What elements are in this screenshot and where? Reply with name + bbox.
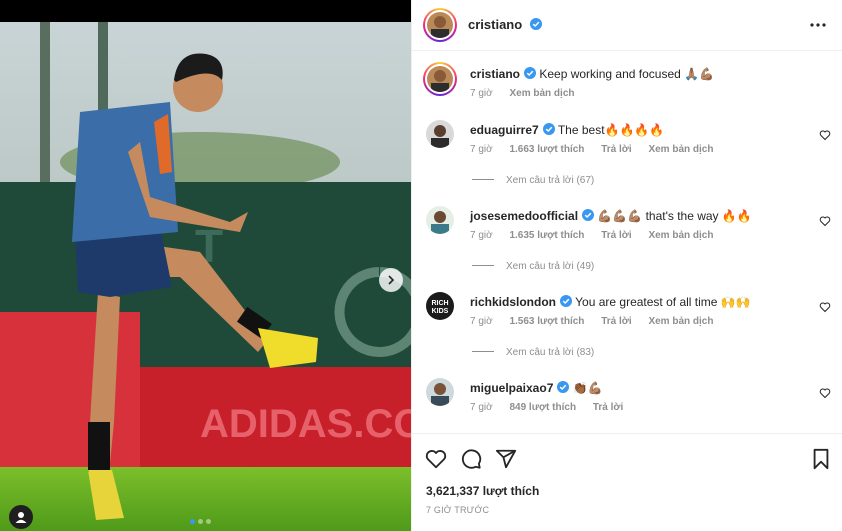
comment-text: that's the way (645, 209, 719, 223)
svg-text:RICH: RICH (431, 300, 448, 307)
comment-text-line: miguelpaixao7 👏🏾💪🏽 (470, 380, 810, 396)
comment-text-line: josesemedoofficial 💪🏽💪🏽💪🏽 that's the way… (470, 208, 810, 224)
verified-badge-icon (529, 18, 542, 30)
verified-badge-icon (582, 209, 595, 221)
carousel-dot (198, 519, 203, 524)
caption-see-translation-link[interactable]: Xem bản dịch (509, 88, 574, 99)
comment-likes[interactable]: 1.663 lượt thích (509, 144, 584, 155)
post-action-bar: 3,621,337 lượt thích 7 GIỜ TRƯỚC (412, 433, 842, 531)
comment-translate-link[interactable]: Xem bản dịch (648, 144, 713, 155)
share-icon[interactable] (495, 448, 517, 470)
comment-body: miguelpaixao7 👏🏾💪🏽 7 giờ 849 lượt thích … (470, 380, 810, 413)
comment-text-line: eduaguirre7 The best🔥🔥🔥🔥 (470, 122, 810, 138)
heart-icon[interactable] (425, 448, 447, 470)
caption-body: cristiano Keep working and focused 🙏🏽💪🏽 … (470, 66, 810, 99)
comment-reply-button[interactable]: Trả lời (593, 402, 623, 413)
heart-icon[interactable] (819, 215, 831, 227)
verified-badge-icon (560, 295, 573, 307)
billboard-text: ADIDAS.COM (200, 402, 411, 446)
commenter-avatar[interactable]: RICHKIDS (426, 292, 454, 320)
comment-username[interactable]: josesemedoofficial (470, 209, 578, 223)
heart-icon[interactable] (819, 301, 831, 313)
post-photo[interactable]: T ADIDAS.COM (0, 0, 411, 531)
instagram-post-modal: T ADIDAS.COM (0, 0, 842, 531)
comment-text-line: richkidslondon You are greatest of all t… (470, 294, 810, 310)
author-username[interactable]: cristiano (468, 17, 522, 32)
comment-icon[interactable] (460, 448, 482, 470)
comment-likes[interactable]: 1.563 lượt thích (509, 316, 584, 327)
bookmark-icon[interactable] (810, 448, 832, 470)
carousel-indicator (190, 519, 211, 524)
comment-emoji: 🙌🙌 (720, 295, 751, 309)
tagged-users-button[interactable] (9, 505, 33, 529)
comment-body: josesemedoofficial 💪🏽💪🏽💪🏽 that's the way… (470, 208, 810, 241)
view-replies-button[interactable]: Xem câu trả lời (83) (472, 347, 594, 358)
comment-time: 7 giờ (470, 402, 493, 413)
verified-badge-icon (557, 381, 570, 393)
comment-text: You are greatest of all time (575, 295, 718, 309)
caption-text-line: cristiano Keep working and focused 🙏🏽💪🏽 (470, 66, 810, 82)
chevron-right-icon (388, 275, 395, 285)
comment-username[interactable]: miguelpaixao7 (470, 381, 553, 395)
comment-likes[interactable]: 849 lượt thích (509, 402, 576, 413)
comment-time: 7 giờ (470, 144, 493, 155)
user-tag-icon (15, 512, 27, 523)
comment-meta: 7 giờ 849 lượt thích Trả lời (470, 402, 810, 413)
caption-author-avatar[interactable] (423, 62, 457, 96)
comment-likes[interactable]: 1.635 lượt thích (509, 230, 584, 241)
commenter-avatar[interactable] (426, 206, 454, 234)
view-replies-button[interactable]: Xem câu trả lời (49) (472, 261, 594, 272)
photo-top-bar (0, 0, 411, 22)
post-header: cristiano (412, 0, 842, 51)
more-horizontal-icon[interactable] (809, 17, 827, 33)
carousel-dot-active (190, 519, 195, 524)
verified-badge-icon (524, 67, 537, 79)
comment-body: eduaguirre7 The best🔥🔥🔥🔥 7 giờ 1.663 lượ… (470, 122, 810, 155)
comment-text: The best (557, 123, 605, 137)
avatar-image (427, 12, 453, 38)
caption-username[interactable]: cristiano (470, 67, 520, 81)
comment-time: 7 giờ (470, 316, 493, 327)
commenter-avatar[interactable] (426, 120, 454, 148)
comment-emoji: 👏🏾💪🏽 (572, 381, 603, 395)
comment-reply-button[interactable]: Trả lời (601, 316, 631, 327)
comment-reply-button[interactable]: Trả lời (601, 230, 631, 241)
comment-time: 7 giờ (470, 230, 493, 241)
view-replies-button[interactable]: Xem câu trả lời (67) (472, 175, 594, 186)
avatar-image (427, 66, 453, 92)
caption-text: Keep working and focused (539, 67, 681, 81)
commenter-avatar[interactable] (426, 378, 454, 406)
comment-meta: 7 giờ 1.563 lượt thích Trả lời Xem bản d… (470, 316, 810, 327)
comment-username[interactable]: eduaguirre7 (470, 123, 539, 137)
comment-meta: 7 giờ 1.663 lượt thích Trả lời Xem bản d… (470, 144, 810, 155)
next-photo-button[interactable] (379, 268, 403, 292)
comment-translate-link[interactable]: Xem bản dịch (648, 230, 713, 241)
svg-text:KIDS: KIDS (432, 308, 449, 315)
caption-emoji: 🙏🏽💪🏽 (684, 67, 715, 81)
author-name-row: cristiano (468, 17, 542, 32)
heart-icon[interactable] (819, 387, 831, 399)
post-timestamp: 7 GIỜ TRƯỚC (426, 505, 490, 515)
author-avatar[interactable] (423, 8, 457, 42)
training-photo: T ADIDAS.COM (0, 22, 411, 531)
comment-emoji: 🔥🔥 (721, 209, 752, 223)
caption-meta: 7 giờ Xem bản dịch (470, 88, 810, 99)
post-likes-count[interactable]: 3,621,337 lượt thích (426, 484, 539, 498)
comment-reply-button[interactable]: Trả lời (601, 144, 631, 155)
carousel-dot (206, 519, 211, 524)
comment-translate-link[interactable]: Xem bản dịch (648, 316, 713, 327)
comment-emoji-prefix: 💪🏽💪🏽💪🏽 (597, 209, 643, 223)
comment-emoji: 🔥🔥🔥🔥 (604, 123, 665, 137)
comment-meta: 7 giờ 1.635 lượt thích Trả lời Xem bản d… (470, 230, 810, 241)
verified-badge-icon (542, 123, 555, 135)
comment-username[interactable]: richkidslondon (470, 295, 556, 309)
comment-body: richkidslondon You are greatest of all t… (470, 294, 810, 327)
post-side-panel: cristiano cristiano Keep working and foc… (411, 0, 842, 531)
caption-time: 7 giờ (470, 88, 493, 99)
heart-icon[interactable] (819, 129, 831, 141)
